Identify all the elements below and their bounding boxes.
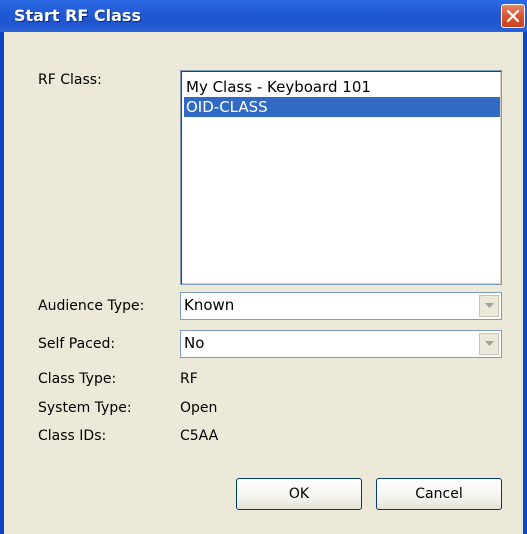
class-type-label: Class Type: bbox=[38, 371, 117, 387]
class-ids-label: Class IDs: bbox=[38, 428, 107, 444]
self-paced-dropdown-button[interactable] bbox=[479, 333, 499, 355]
cancel-button[interactable]: Cancel bbox=[376, 478, 502, 510]
rf-class-label: RF Class: bbox=[38, 72, 102, 88]
list-item-selected[interactable]: OID-CLASS bbox=[184, 97, 500, 117]
start-rf-class-dialog: Start RF Class RF Class: My Class - Keyb… bbox=[0, 0, 527, 534]
audience-type-select[interactable]: Known bbox=[180, 292, 502, 320]
audience-type-label: Audience Type: bbox=[38, 298, 145, 314]
close-icon bbox=[507, 10, 519, 22]
close-button[interactable] bbox=[501, 4, 525, 28]
chevron-down-icon bbox=[485, 341, 494, 346]
list-item[interactable]: My Class - Keyboard 101 bbox=[184, 77, 500, 97]
self-paced-label: Self Paced: bbox=[38, 336, 116, 352]
rf-class-listbox[interactable]: My Class - Keyboard 101 OID-CLASS bbox=[180, 70, 502, 285]
audience-type-value: Known bbox=[184, 296, 235, 314]
chevron-down-icon bbox=[485, 303, 494, 308]
ok-button[interactable]: OK bbox=[236, 478, 362, 510]
self-paced-value: No bbox=[184, 334, 205, 352]
self-paced-select[interactable]: No bbox=[180, 330, 502, 358]
class-ids-value: C5AA bbox=[180, 428, 219, 444]
audience-type-dropdown-button[interactable] bbox=[479, 295, 499, 317]
system-type-label: System Type: bbox=[38, 400, 132, 416]
class-type-value: RF bbox=[180, 371, 198, 387]
window-border-left bbox=[0, 32, 4, 534]
title-bar[interactable]: Start RF Class bbox=[0, 0, 527, 32]
system-type-value: Open bbox=[180, 400, 218, 416]
window-border-right bbox=[523, 32, 527, 534]
dialog-title: Start RF Class bbox=[14, 6, 141, 25]
